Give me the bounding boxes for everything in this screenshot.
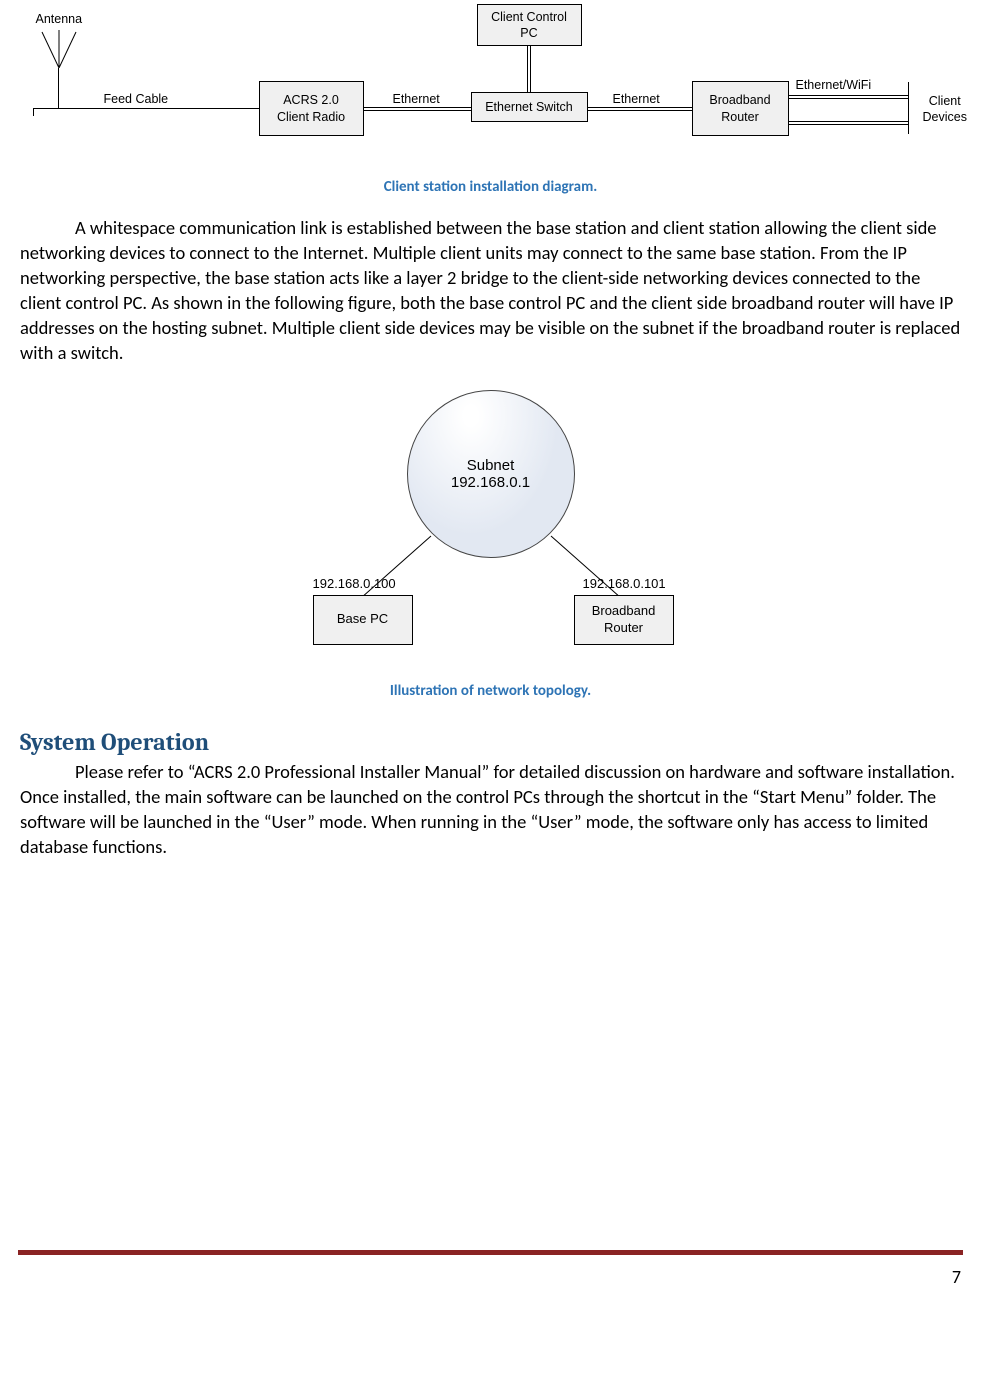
- ethernet-line-1: [364, 107, 471, 111]
- ethernet-line-2: [588, 107, 692, 111]
- ethernet-wifi-line-2: [789, 121, 909, 125]
- paragraph-1: A whitespace communication link is estab…: [20, 216, 961, 366]
- subnet-circle: Subnet 192.168.0.1: [407, 390, 575, 558]
- ethernet-label-1: Ethernet: [393, 92, 440, 106]
- antenna-label: Antenna: [36, 12, 83, 26]
- pc-to-switch-line: [527, 46, 531, 92]
- footer-rule: [18, 1250, 963, 1254]
- acrs-client-radio-box: ACRS 2.0 Client Radio: [259, 81, 364, 136]
- page-number: 7: [952, 1266, 961, 1288]
- subnet-ip: 192.168.0.1: [451, 474, 530, 491]
- ethernet-switch-box: Ethernet Switch: [471, 92, 588, 122]
- broadband-router-box: Broadband Router: [692, 81, 789, 136]
- subnet-label: Subnet: [467, 457, 515, 474]
- network-topology-diagram: Subnet 192.168.0.1 192.168.0.100 Base PC…: [291, 388, 691, 668]
- broadband-router-ip: 192.168.0.101: [583, 576, 666, 591]
- ethernet-wifi-line-1: [789, 95, 909, 99]
- diagram2-caption: Illustration of network topology.: [10, 682, 971, 700]
- client-devices-label: Client Devices: [923, 93, 967, 126]
- paragraph-2: Please refer to “ACRS 2.0 Professional I…: [20, 760, 961, 860]
- base-pc-box: Base PC: [313, 595, 413, 645]
- system-operation-heading: System Operation: [20, 728, 961, 756]
- diagram1-caption: Client station installation diagram.: [10, 178, 971, 196]
- client-control-pc-box: Client Control PC: [477, 4, 582, 46]
- broadband-router-box-2: Broadband Router: [574, 595, 674, 645]
- antenna-icon: [34, 30, 84, 68]
- ethernet-wifi-label: Ethernet/WiFi: [796, 78, 872, 92]
- feed-cable-end: [33, 108, 34, 116]
- feed-cable-line: [33, 108, 259, 109]
- client-devices-bus: [908, 82, 909, 134]
- base-pc-ip: 192.168.0.100: [313, 576, 396, 591]
- client-station-diagram: Antenna Feed Cable ACRS 2.0 Client Radio…: [11, 0, 971, 160]
- feed-cable-label: Feed Cable: [104, 92, 169, 106]
- ethernet-label-2: Ethernet: [613, 92, 660, 106]
- antenna-stem-line: [58, 68, 59, 108]
